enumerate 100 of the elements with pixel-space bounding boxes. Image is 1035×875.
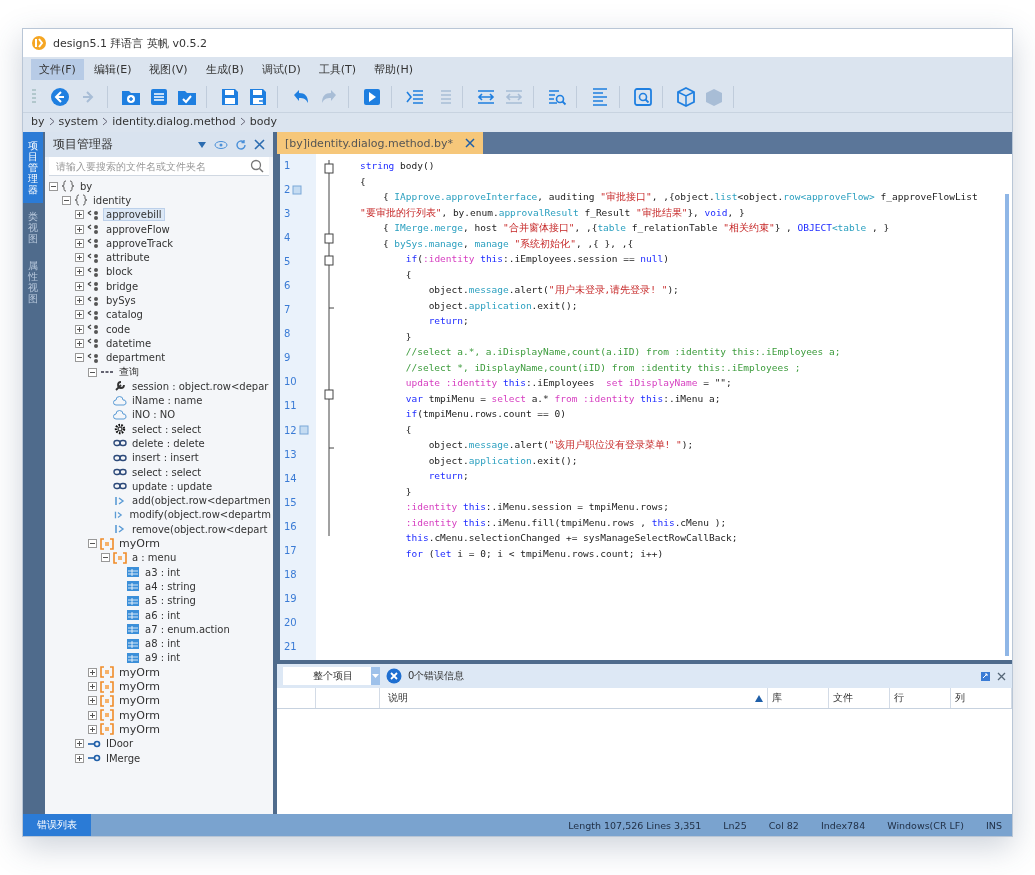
menu-item[interactable]: 帮助(H) (366, 59, 421, 80)
tree-item[interactable]: add(object.row<departmen (130, 495, 273, 507)
tree-toggle-icon[interactable] (75, 267, 84, 277)
tree-item[interactable]: 查询 (117, 365, 141, 379)
tree-toggle-icon[interactable] (88, 682, 97, 692)
tree-toggle-icon[interactable] (75, 253, 84, 263)
side-tab[interactable]: 项目管理器 (23, 132, 43, 203)
tree-item[interactable]: bySys (104, 295, 138, 306)
tree-item[interactable]: department (104, 352, 168, 364)
tree-item[interactable]: a7 : enum.action (143, 623, 232, 635)
column-header[interactable]: 说明 (380, 688, 768, 708)
tree-item[interactable]: attribute (104, 252, 152, 264)
menu-item[interactable]: 调试(D) (253, 59, 309, 80)
tree-item[interactable]: select : select (130, 423, 204, 435)
tree-item[interactable]: a5 : string (143, 595, 198, 607)
tree-item[interactable]: myOrm (117, 537, 162, 551)
tree-item[interactable]: select : select (130, 466, 204, 478)
column-header[interactable]: 库 (768, 688, 829, 708)
tree-toggle-icon[interactable] (88, 696, 97, 706)
tree-toggle-icon[interactable] (75, 310, 84, 320)
menu-item[interactable]: 工具(T) (310, 59, 365, 80)
code-editor[interactable] (277, 154, 1012, 660)
tree-item[interactable]: update : update (130, 480, 215, 492)
tree-item[interactable]: modify(object.row<departm (127, 509, 273, 521)
column-header[interactable]: 行 (890, 688, 951, 708)
sort-ascending-icon[interactable] (755, 694, 763, 702)
window-search-icon[interactable] (632, 86, 654, 108)
refresh-icon[interactable] (235, 138, 247, 151)
tree-item[interactable]: catalog (104, 309, 145, 321)
error-circle-icon[interactable] (386, 668, 402, 684)
bottom-tab[interactable]: 错误列表 (23, 814, 91, 836)
breadcrumb-link[interactable]: by (31, 115, 45, 128)
tree-toggle-icon[interactable] (49, 181, 58, 191)
tree-item[interactable]: by (78, 180, 95, 192)
search-icon[interactable] (250, 159, 264, 173)
menu-item[interactable]: 编辑(E) (85, 59, 140, 80)
scrollbar[interactable] (1005, 194, 1009, 656)
tree-toggle-icon[interactable] (75, 324, 84, 334)
tree-toggle-icon[interactable] (88, 539, 97, 549)
tree-toggle-icon[interactable] (75, 281, 84, 291)
tree-item[interactable]: myOrm (117, 694, 162, 708)
tree-item[interactable]: datetime (104, 337, 154, 349)
tree-toggle-icon[interactable] (75, 353, 84, 363)
error-count[interactable]: 0个错误信息 (408, 669, 465, 683)
close-icon[interactable] (997, 671, 1006, 681)
tree-toggle-icon[interactable] (75, 224, 84, 234)
tree-item[interactable]: code (104, 323, 133, 335)
tree-item[interactable]: myOrm (117, 680, 162, 694)
breadcrumb-link[interactable]: identity.dialog.method (112, 115, 236, 128)
tree-toggle-icon[interactable] (75, 210, 84, 220)
tree-toggle-icon[interactable] (62, 195, 71, 205)
breadcrumb-link[interactable]: body (249, 115, 277, 128)
pin-icon[interactable] (980, 670, 991, 682)
tree-item[interactable]: identity (91, 194, 134, 206)
triangle-down-icon[interactable] (197, 139, 207, 150)
menu-item[interactable]: 生成(B) (197, 59, 252, 80)
tree-item[interactable]: a9 : int (143, 652, 183, 664)
tree-toggle-icon[interactable] (88, 724, 97, 734)
tree-item[interactable]: approveFlow (104, 223, 172, 235)
tree-toggle-icon[interactable] (88, 667, 97, 677)
breadcrumb-link[interactable]: system (58, 115, 99, 128)
tree-item[interactable]: myOrm (117, 708, 162, 722)
tree-item[interactable]: a6 : int (143, 609, 183, 621)
tree-item[interactable]: insert : insert (130, 452, 201, 464)
tree-toggle-icon[interactable] (101, 553, 110, 563)
tree-item[interactable]: iNO : NO (130, 409, 178, 421)
close-icon[interactable] (254, 139, 265, 150)
column-header[interactable]: 列 (951, 688, 1012, 708)
tree-item[interactable]: remove(object.row<depart (130, 523, 270, 535)
cube-icon[interactable] (675, 86, 697, 108)
tree-item[interactable]: IDoor (104, 738, 135, 750)
tree-item[interactable]: block (104, 266, 135, 278)
tree-item[interactable]: approvebill (104, 209, 164, 221)
eye-icon[interactable] (214, 139, 228, 150)
menu-item[interactable]: 文件(F) (31, 59, 84, 80)
tree-item[interactable]: a3 : int (143, 566, 183, 578)
tree-item[interactable]: iName : name (130, 395, 205, 407)
tree-toggle-icon[interactable] (75, 739, 84, 749)
tree-toggle-icon[interactable] (75, 338, 84, 348)
play-icon[interactable] (361, 86, 383, 108)
tree-item[interactable]: myOrm (117, 665, 162, 679)
tree-item[interactable]: a8 : int (143, 638, 183, 650)
list-icon[interactable] (148, 86, 170, 108)
tree-toggle-icon[interactable] (75, 238, 84, 248)
column-header[interactable]: 文件 (829, 688, 890, 708)
tree-item[interactable]: approveTrack (104, 237, 176, 249)
editor-tab[interactable]: [by]identity.dialog.method.by* (277, 132, 483, 154)
tree-item[interactable]: bridge (104, 280, 141, 292)
tree-toggle-icon[interactable] (88, 367, 97, 377)
arrow-left-circle-icon[interactable] (49, 86, 71, 108)
close-icon[interactable] (465, 138, 475, 148)
search-field[interactable]: 请输入要搜索的文件名或文件夹名 (49, 157, 269, 176)
tree-toggle-icon[interactable] (88, 710, 97, 720)
tree-item[interactable]: delete : delete (130, 438, 207, 449)
tree-item[interactable]: IMerge (104, 752, 143, 764)
tree-item[interactable]: myOrm (117, 722, 162, 736)
tree-toggle-icon[interactable] (75, 753, 84, 763)
tree-item[interactable]: a : menu (130, 552, 179, 564)
tree-toggle-icon[interactable] (75, 296, 84, 305)
tree-item[interactable]: a4 : string (143, 580, 198, 592)
